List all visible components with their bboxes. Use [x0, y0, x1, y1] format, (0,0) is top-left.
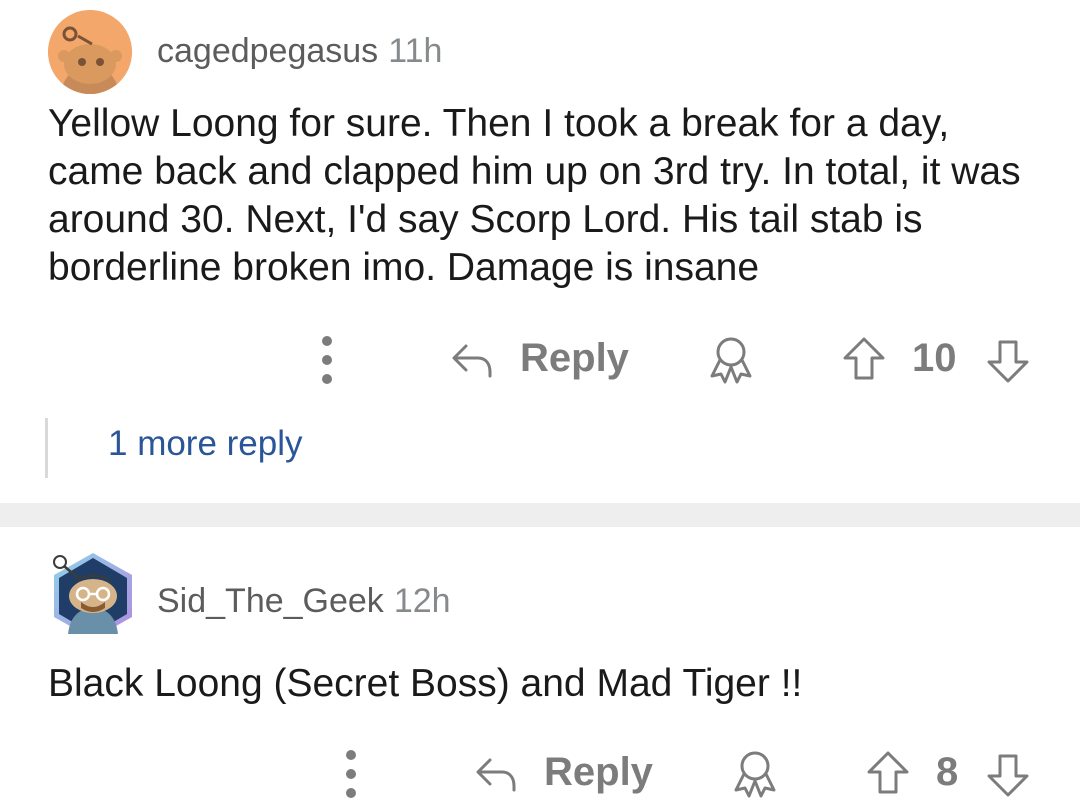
- comment-body: Yellow Loong for sure. Then I took a bre…: [48, 102, 1021, 289]
- username[interactable]: Sid_The_Geek: [157, 582, 384, 620]
- upvote-arrow-icon[interactable]: [842, 336, 886, 382]
- kebab-icon[interactable]: [320, 336, 334, 384]
- comment-divider: [0, 503, 1080, 527]
- reply-button[interactable]: Reply: [520, 336, 629, 381]
- comment-meta: Sid_The_Geek 12h: [157, 582, 451, 621]
- comment-meta: cagedpegasus 11h: [157, 32, 442, 71]
- thread-line: [45, 418, 48, 478]
- award-icon[interactable]: [706, 334, 756, 384]
- more-replies-link[interactable]: 1 more reply: [45, 418, 445, 478]
- downvote-arrow-icon[interactable]: [986, 752, 1030, 798]
- reply-button[interactable]: Reply: [544, 750, 653, 795]
- username[interactable]: cagedpegasus: [157, 32, 378, 70]
- award-icon[interactable]: [730, 748, 780, 798]
- vote-score: 10: [912, 336, 957, 380]
- comment: Sid_The_Geek 12h Black Loong (Secret Boss…: [0, 528, 1080, 812]
- avatar[interactable]: [48, 10, 132, 94]
- snoo-avatar-icon: [48, 10, 132, 94]
- vote-score: 8: [936, 750, 959, 794]
- comment-body: Black Loong (Secret Boss) and Mad Tiger …: [48, 662, 803, 705]
- comment-actions: Reply 8: [0, 742, 1080, 802]
- upvote-arrow-icon[interactable]: [866, 750, 910, 796]
- downvote-arrow-icon[interactable]: [986, 338, 1030, 384]
- comment: cagedpegasus 11h Yellow Loong for sure. T…: [0, 0, 1080, 500]
- reply-arrow-icon[interactable]: [474, 754, 518, 794]
- avatar[interactable]: [48, 550, 132, 634]
- kebab-icon[interactable]: [344, 750, 358, 798]
- comment-actions: Reply 10: [0, 330, 1080, 390]
- reply-arrow-icon[interactable]: [450, 340, 494, 380]
- timestamp: 12h: [393, 582, 451, 620]
- timestamp: 11h: [388, 32, 443, 70]
- hex-avatar-icon: [53, 553, 132, 634]
- more-replies-label[interactable]: 1 more reply: [108, 424, 303, 464]
